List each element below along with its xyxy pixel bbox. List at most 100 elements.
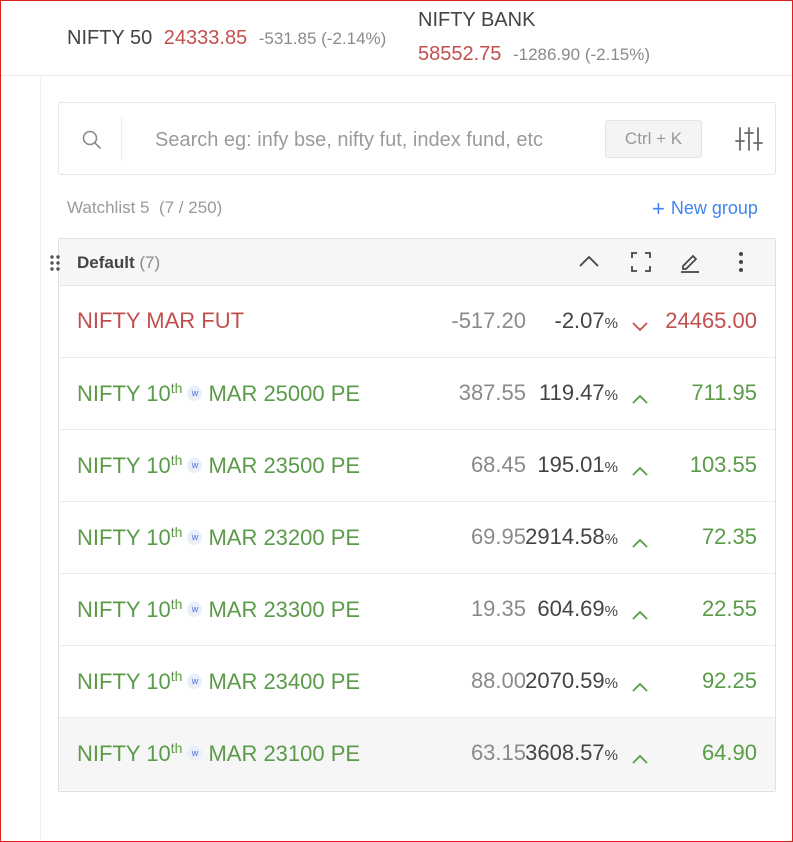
name-suffix: MAR 23200 PE [208, 525, 361, 550]
group-name: Default [77, 253, 135, 272]
instrument-name: NIFTY 10th w MAR 23100 PE [77, 740, 360, 767]
percent-value: 119.47 [539, 380, 605, 405]
change-percent: 2070.59% [525, 668, 618, 694]
group-title: Default (7) [77, 253, 160, 273]
percent-value: 3608.57 [525, 740, 605, 765]
arrow-up-icon [631, 386, 649, 404]
watchlist-count: (7 / 250) [158, 198, 223, 217]
name-superscript: th [170, 596, 183, 612]
percent-symbol: % [604, 531, 618, 548]
arrow-up-icon [631, 530, 649, 548]
name-superscript: th [170, 740, 183, 756]
name-prefix: NIFTY 10 [77, 669, 171, 694]
last-price: 22.55 [701, 596, 757, 621]
weekly-badge: w [187, 674, 203, 689]
search-icon [81, 129, 103, 151]
watchlist-title: Watchlist 5 [67, 198, 150, 217]
percent-symbol: % [604, 747, 618, 764]
instrument-name: NIFTY 10th w MAR 23300 PE [77, 596, 360, 623]
last-price: 24465.00 [665, 308, 757, 333]
name-superscript: th [170, 452, 183, 468]
name-prefix: NIFTY 10 [77, 741, 171, 766]
percent-symbol: % [604, 315, 618, 332]
name-suffix: MAR 23100 PE [208, 741, 361, 766]
search-bar: Ctrl + K [58, 102, 776, 175]
index-change: -1286.90 (-2.15%) [512, 45, 651, 64]
group-header[interactable]: Default (7) [50, 239, 775, 286]
last-price: 72.35 [701, 524, 757, 549]
percent-value: 604.69 [537, 596, 605, 621]
more-vertical-icon[interactable] [729, 250, 753, 274]
plus-icon: + [652, 196, 665, 221]
index-niftybank[interactable]: NIFTY BANK [418, 9, 535, 32]
change-percent: 119.47% [539, 380, 618, 406]
search-input[interactable] [155, 125, 585, 155]
arrow-up-icon [631, 674, 649, 692]
name-suffix: MAR 25000 PE [208, 381, 361, 406]
arrow-down-icon [631, 314, 649, 332]
percent-value: 195.01 [537, 452, 605, 477]
weekly-badge: w [187, 746, 203, 761]
change-value: 19.35 [470, 596, 526, 621]
last-price: 92.25 [701, 668, 757, 693]
name-suffix: MAR 23400 PE [208, 669, 361, 694]
instrument-name: NIFTY 10th w MAR 23500 PE [77, 452, 360, 479]
arrow-up-icon [631, 458, 649, 476]
change-percent: 2914.58% [525, 524, 618, 550]
new-group-button[interactable]: + New group [652, 196, 758, 222]
index-name: NIFTY BANK [418, 9, 536, 31]
change-value: 68.45 [470, 452, 526, 477]
name-suffix: MAR 23300 PE [208, 597, 361, 622]
index-price: 58552.75 [418, 43, 502, 65]
percent-symbol: % [604, 387, 618, 404]
watchlist-row[interactable]: NIFTY 10th w MAR 23400 PE 88.00 2070.59% 9… [59, 646, 775, 718]
edit-icon[interactable] [678, 250, 702, 274]
name-prefix: NIFTY 10 [77, 453, 171, 478]
watchlist-row[interactable]: NIFTY MAR FUT -517.20 -2.07% 24465.00 [59, 286, 775, 358]
watchlist-row[interactable]: NIFTY 10th w MAR 23200 PE 69.95 2914.58% 7… [59, 502, 775, 574]
index-niftybank-values[interactable]: 58552.75 -1286.90 (-2.15%) [418, 43, 650, 66]
index-change: -531.85 (-2.14%) [258, 29, 387, 48]
index-bar: NIFTY 50 24333.85 -531.85 (-2.14%) NIFTY… [0, 0, 793, 76]
instrument-name: NIFTY 10th w MAR 23200 PE [77, 524, 360, 551]
filter-icon[interactable] [735, 126, 763, 152]
change-value: 63.15 [470, 740, 526, 765]
instrument-name: NIFTY MAR FUT [77, 308, 245, 333]
weekly-badge: w [187, 602, 203, 617]
index-name: NIFTY 50 [67, 27, 153, 49]
watchlist-row[interactable]: NIFTY 10th w MAR 23100 PE 63.15 3608.57% 6… [59, 718, 775, 790]
name-superscript: th [170, 668, 183, 684]
watchlist-name: Watchlist 5 (7 / 250) [67, 198, 222, 218]
percent-value: 2070.59 [525, 668, 605, 693]
percent-symbol: % [604, 675, 618, 692]
name-prefix: NIFTY 10 [77, 597, 171, 622]
instrument-name: NIFTY 10th w MAR 23400 PE [77, 668, 360, 695]
last-price: 103.55 [689, 452, 757, 477]
name-suffix: MAR 23500 PE [208, 453, 361, 478]
last-price: 711.95 [691, 380, 757, 405]
left-gutter [0, 77, 41, 842]
index-nifty50[interactable]: NIFTY 50 24333.85 -531.85 (-2.14%) [67, 27, 386, 50]
expand-icon[interactable] [629, 250, 653, 274]
arrow-up-icon [631, 602, 649, 620]
name-superscript: th [170, 380, 183, 396]
watchlist-row[interactable]: NIFTY 10th w MAR 25000 PE 387.55 119.47% 7… [59, 358, 775, 430]
instrument-name: NIFTY 10th w MAR 25000 PE [77, 380, 360, 407]
change-value: -517.20 [451, 308, 526, 333]
percent-symbol: % [604, 603, 618, 620]
weekly-badge: w [187, 458, 203, 473]
watchlist-row[interactable]: NIFTY 10th w MAR 23500 PE 68.45 195.01% 10… [59, 430, 775, 502]
watchlist-row[interactable]: NIFTY 10th w MAR 23300 PE 19.35 604.69% 22… [59, 574, 775, 646]
percent-value: 2914.58 [525, 524, 605, 549]
new-group-label: New group [670, 198, 758, 218]
name-prefix: NIFTY 10 [77, 525, 171, 550]
change-percent: -2.07% [555, 308, 619, 334]
percent-value: -2.07 [554, 308, 605, 333]
chevron-up-icon[interactable] [577, 250, 601, 274]
arrow-up-icon [631, 746, 649, 764]
name-superscript: th [170, 524, 183, 540]
index-price: 24333.85 [163, 27, 248, 49]
change-percent: 604.69% [537, 596, 618, 622]
percent-symbol: % [604, 459, 618, 476]
drag-handle-icon[interactable] [49, 254, 61, 272]
